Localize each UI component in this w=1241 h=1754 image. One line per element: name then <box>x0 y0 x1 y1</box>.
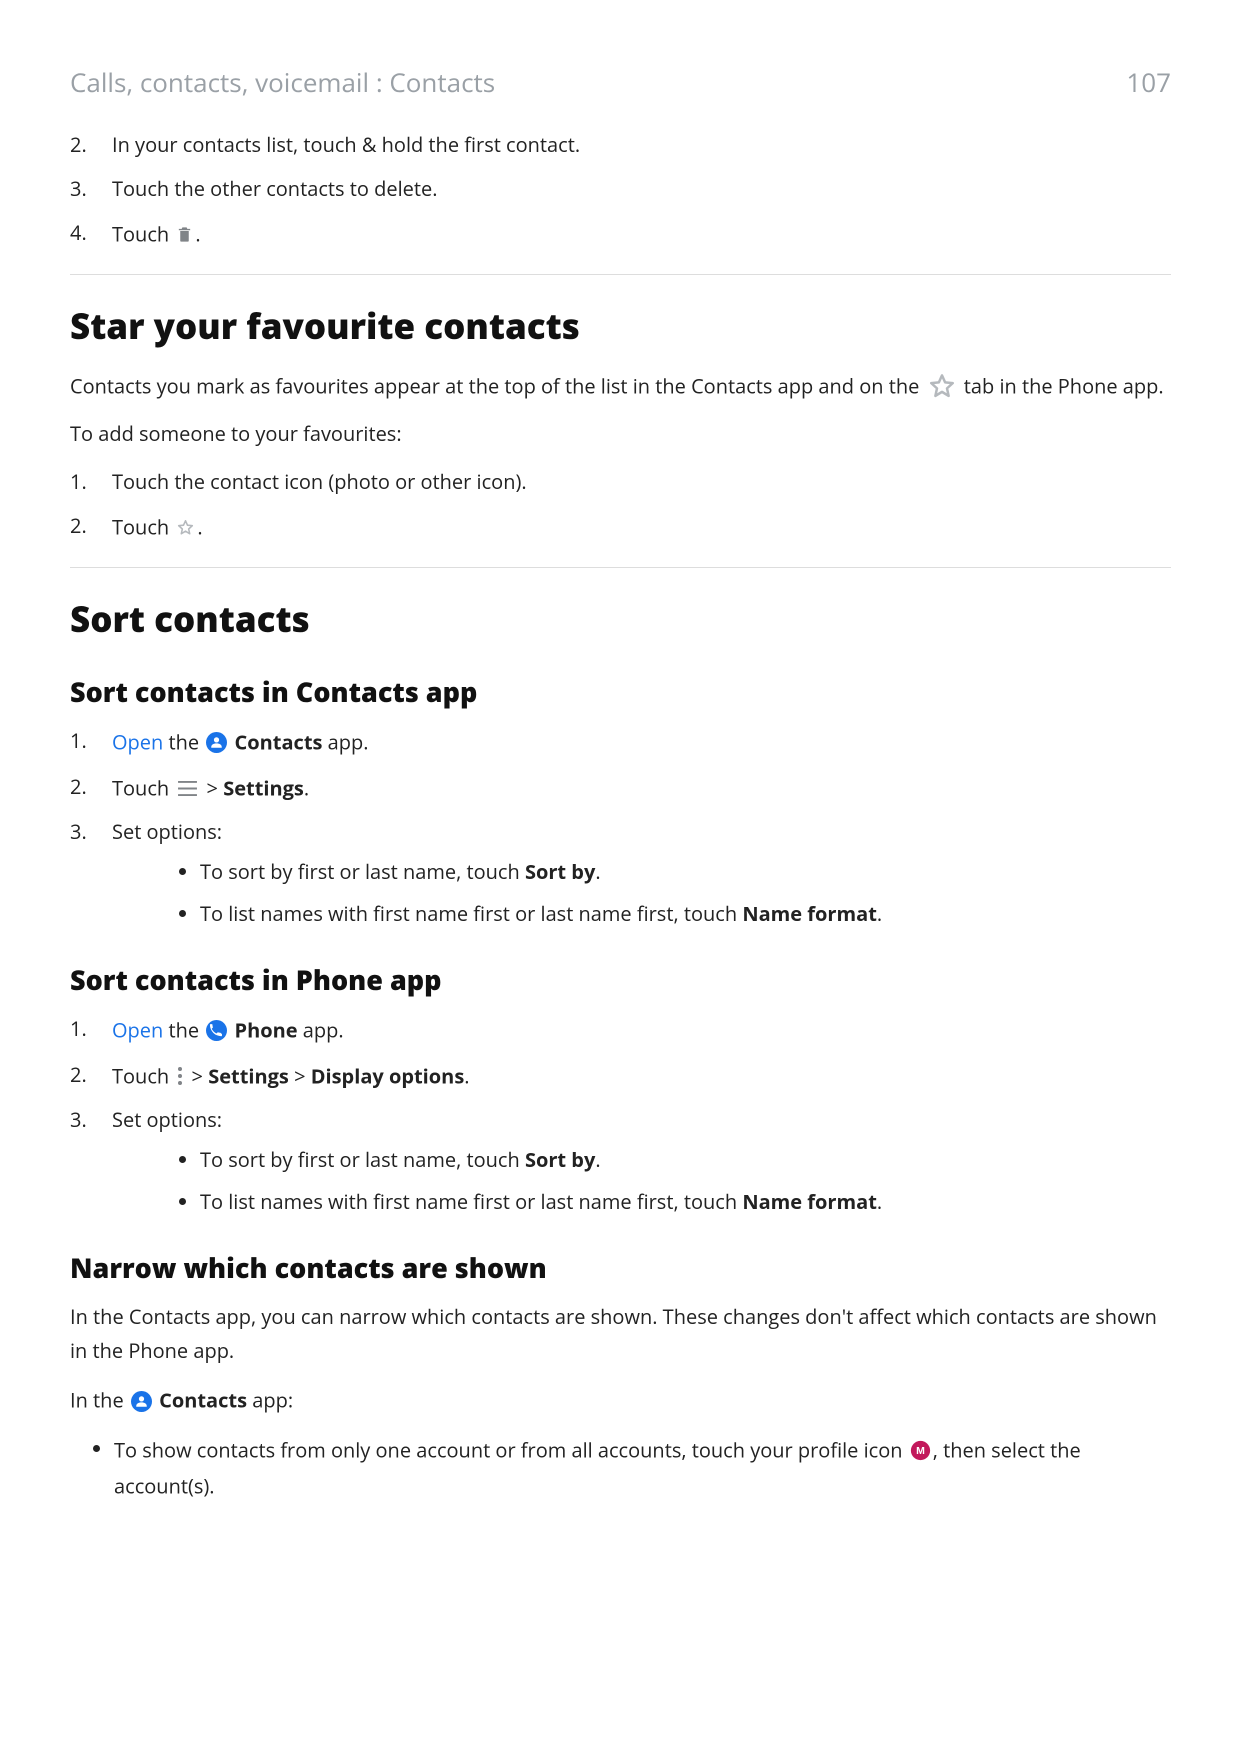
list-item: Touch . <box>70 216 1171 252</box>
menu-icon <box>176 780 199 797</box>
paragraph: In the Contacts app: <box>70 1382 1171 1418</box>
star-outline-icon <box>176 518 195 537</box>
paragraph-text: Contacts you mark as favourites appear a… <box>70 372 925 399</box>
section-heading-sort-contacts: Sort contacts <box>70 596 1171 643</box>
display-options-label: Display options <box>311 1062 465 1089</box>
settings-label: Settings <box>208 1062 289 1089</box>
bullet-item: To list names with first name first or l… <box>200 1185 1171 1219</box>
step-text: Touch <box>112 514 174 541</box>
options-bullets: To sort by first or last name, touch Sor… <box>112 1143 1171 1219</box>
subheading-narrow-contacts: Narrow which contacts are shown <box>70 1249 1171 1286</box>
step-text: > <box>289 1062 311 1089</box>
list-item: Touch > Settings. <box>70 770 1171 806</box>
more-vertical-icon <box>176 1066 184 1086</box>
bullet-text: To sort by first or last name, touch <box>200 1146 525 1173</box>
sort-phone-app-steps: Open the Phone app. Touch > Settings > D… <box>70 1012 1171 1219</box>
app-name-phone: Phone <box>235 1017 298 1044</box>
step-text: app. <box>298 1017 344 1044</box>
contacts-app-icon <box>131 1391 152 1412</box>
page-number: 107 <box>1126 64 1171 100</box>
paragraph: To add someone to your favourites: <box>70 417 1171 451</box>
list-item: Open the Contacts app. <box>70 724 1171 760</box>
paragraph: In the Contacts app, you can narrow whic… <box>70 1300 1171 1368</box>
bullet-text: To show contacts from only one account o… <box>114 1437 908 1464</box>
sort-by-label: Sort by <box>525 858 595 885</box>
profile-avatar-icon: M <box>910 1440 931 1461</box>
step-text: . <box>464 1062 469 1089</box>
list-item: Touch the other contacts to delete. <box>70 172 1171 206</box>
phone-app-icon <box>206 1020 227 1041</box>
delete-steps-list: In your contacts list, touch & hold the … <box>70 128 1171 252</box>
step-text: Set options: <box>112 1106 222 1133</box>
step-text: Touch <box>112 1062 174 1089</box>
step-text: the <box>163 729 204 756</box>
bullet-text: To sort by first or last name, touch <box>200 858 525 885</box>
options-bullets: To sort by first or last name, touch Sor… <box>112 855 1171 931</box>
open-link[interactable]: Open <box>112 729 163 756</box>
section-heading-star-favourites: Star your favourite contacts <box>70 303 1171 350</box>
breadcrumb: Calls, contacts, voicemail : Contacts <box>70 64 495 100</box>
list-item: Set options: To sort by first or last na… <box>70 1103 1171 1219</box>
bullet-text: . <box>877 900 882 927</box>
bullet-item: To show contacts from only one account o… <box>114 1432 1171 1503</box>
paragraph-text: In the <box>70 1387 129 1414</box>
section-divider <box>70 567 1171 568</box>
list-item: Open the Phone app. <box>70 1012 1171 1048</box>
svg-text:M: M <box>916 1445 925 1457</box>
app-name-contacts: Contacts <box>159 1387 247 1414</box>
open-link[interactable]: Open <box>112 1017 163 1044</box>
bullet-item: To sort by first or last name, touch Sor… <box>200 855 1171 889</box>
step-text: Touch <box>112 221 174 248</box>
step-text: Touch <box>112 774 174 801</box>
sort-by-label: Sort by <box>525 1146 595 1173</box>
name-format-label: Name format <box>742 900 877 927</box>
sort-contacts-app-steps: Open the Contacts app. Touch > Settings.… <box>70 724 1171 931</box>
subheading-sort-contacts-app: Sort contacts in Contacts app <box>70 673 1171 710</box>
page-root: Calls, contacts, voicemail : Contacts 10… <box>0 0 1241 1754</box>
step-text: > <box>201 774 223 801</box>
step-text: . <box>195 221 200 248</box>
paragraph: Contacts you mark as favourites appear a… <box>70 368 1171 404</box>
step-text: Set options: <box>112 818 222 845</box>
list-item: Set options: To sort by first or last na… <box>70 815 1171 931</box>
narrow-bullets: To show contacts from only one account o… <box>70 1432 1171 1503</box>
bullet-text: To list names with first name first or l… <box>200 1188 742 1215</box>
bullet-item: To list names with first name first or l… <box>200 897 1171 931</box>
step-text: . <box>304 774 309 801</box>
subheading-sort-phone-app: Sort contacts in Phone app <box>70 961 1171 998</box>
list-item: Touch . <box>70 509 1171 545</box>
paragraph-text: app: <box>247 1387 293 1414</box>
contacts-app-icon <box>206 732 227 753</box>
trash-icon <box>176 225 193 244</box>
settings-label: Settings <box>223 774 304 801</box>
step-text: . <box>197 514 202 541</box>
section-divider <box>70 274 1171 275</box>
favourites-steps-list: Touch the contact icon (photo or other i… <box>70 465 1171 545</box>
bullet-item: To sort by first or last name, touch Sor… <box>200 1143 1171 1177</box>
list-item: Touch > Settings > Display options. <box>70 1058 1171 1094</box>
page-header: Calls, contacts, voicemail : Contacts 10… <box>70 64 1171 100</box>
star-outline-icon <box>927 371 957 401</box>
step-text: app. <box>322 729 368 756</box>
name-format-label: Name format <box>742 1188 877 1215</box>
bullet-text: . <box>877 1188 882 1215</box>
list-item: Touch the contact icon (photo or other i… <box>70 465 1171 499</box>
bullet-text: . <box>595 858 600 885</box>
paragraph-text: tab in the Phone app. <box>964 372 1164 399</box>
list-item: In your contacts list, touch & hold the … <box>70 128 1171 162</box>
step-text: > <box>186 1062 208 1089</box>
app-name-contacts: Contacts <box>235 729 323 756</box>
bullet-text: . <box>595 1146 600 1173</box>
step-text: the <box>163 1017 204 1044</box>
bullet-text: To list names with first name first or l… <box>200 900 742 927</box>
